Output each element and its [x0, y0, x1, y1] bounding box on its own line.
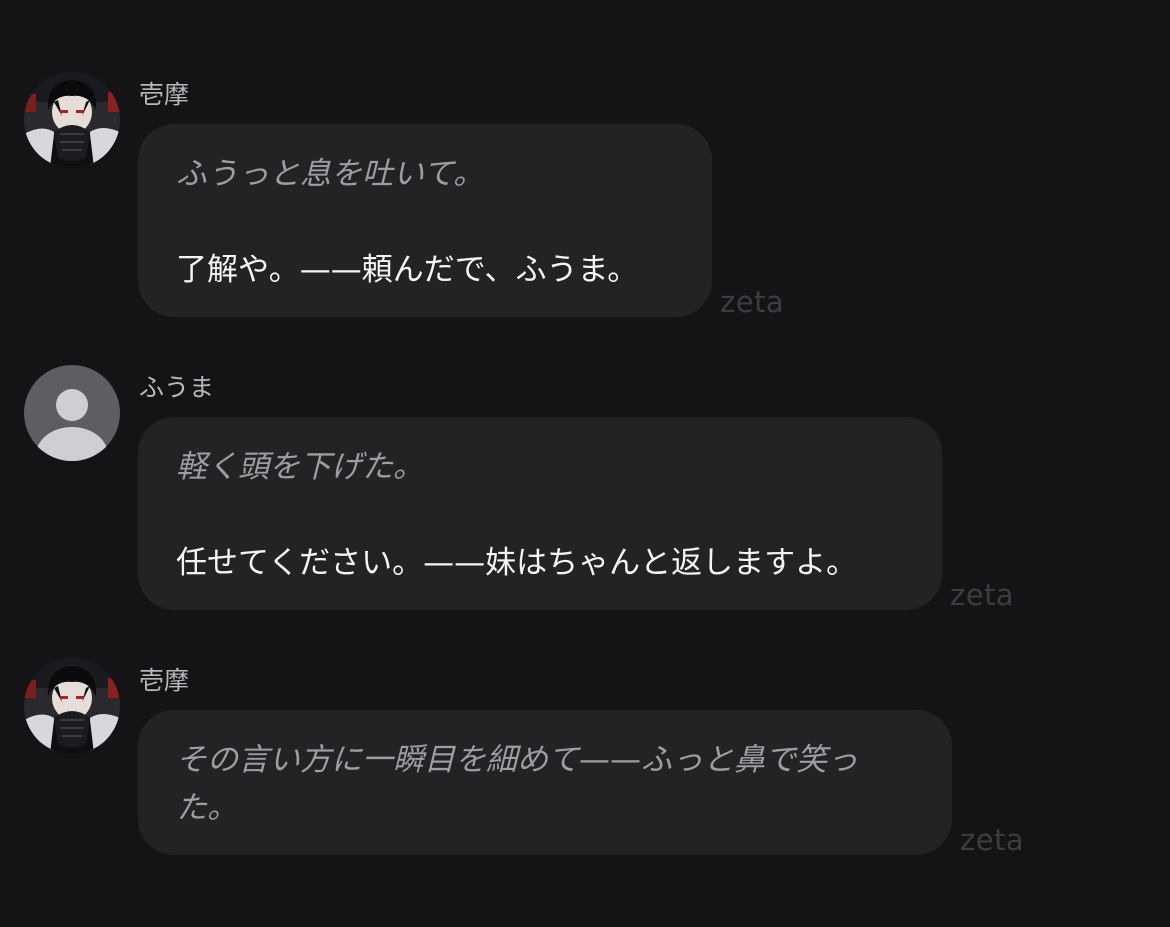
user-avatar[interactable]	[24, 365, 120, 461]
message-bubble: ふうっと息を吐いて。 了解や。——頼んだで、ふうま。	[138, 124, 712, 317]
character-portrait-icon	[24, 72, 120, 168]
character-avatar[interactable]	[24, 658, 120, 754]
zeta-watermark: zeta	[720, 285, 785, 319]
speech-text: 任せてください。——妹はちゃんと返しますよ。	[176, 545, 858, 581]
character-avatar[interactable]	[24, 72, 120, 168]
zeta-watermark: zeta	[960, 823, 1025, 857]
sender-name: 壱摩	[139, 666, 190, 695]
sender-name: ふうま	[139, 373, 215, 402]
narration-text: 軽く頭を下げた。	[176, 449, 424, 485]
narration-text: その言い方に一瞬目を細めて——ふっと鼻で笑った。	[176, 742, 858, 826]
message-bubble: 軽く頭を下げた。 任せてください。——妹はちゃんと返しますよ。	[138, 417, 942, 610]
zeta-watermark: zeta	[950, 578, 1015, 612]
narration-text: ふうっと息を吐いて。	[176, 156, 485, 192]
character-portrait-icon	[24, 658, 120, 754]
message-bubble: その言い方に一瞬目を細めて——ふっと鼻で笑った。	[138, 710, 952, 855]
speech-text: 了解や。——頼んだで、ふうま。	[176, 252, 639, 288]
chat-log: 壱摩 ふうっと息を吐いて。 了解や。——頼んだで、ふうま。 zeta ふうま 軽…	[0, 0, 1170, 927]
default-user-icon	[24, 365, 120, 461]
sender-name: 壱摩	[139, 80, 190, 109]
